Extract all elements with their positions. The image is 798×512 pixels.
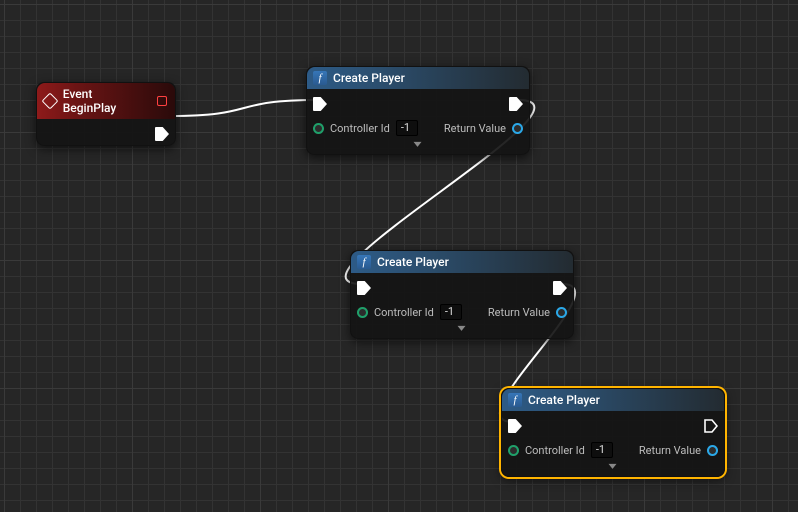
exec-output-pin[interactable] xyxy=(155,125,169,143)
exec-pin-hollow[interactable] xyxy=(704,419,718,433)
function-icon: f xyxy=(313,71,327,85)
expand-node-chevron-icon[interactable]: ▾ xyxy=(307,139,529,154)
node-body xyxy=(37,119,175,145)
pin-circle-int[interactable] xyxy=(313,123,324,134)
pin-label: Controller Id xyxy=(525,444,585,457)
controller-id-input[interactable]: -1 xyxy=(591,442,613,458)
pin-label: Return Value xyxy=(639,444,701,457)
pin-circle-object[interactable] xyxy=(556,307,567,318)
event-icon xyxy=(43,94,57,108)
node-title: Event BeginPlay xyxy=(63,87,147,115)
pin-circle-int[interactable] xyxy=(508,445,519,456)
pin-circle-int[interactable] xyxy=(357,307,368,318)
node-header[interactable]: f Create Player xyxy=(502,389,724,411)
exec-output-pin[interactable] xyxy=(553,279,567,297)
expand-node-chevron-icon[interactable]: ▾ xyxy=(351,323,573,338)
node-create-player-1[interactable]: f Create Player Controller Id -1 Return … xyxy=(306,66,530,155)
output-pin-return-value[interactable]: Return Value xyxy=(488,303,567,321)
input-pin-controller-id[interactable]: Controller Id -1 xyxy=(357,303,462,321)
input-pin-controller-id[interactable]: Controller Id -1 xyxy=(508,441,613,459)
node-event-beginplay[interactable]: Event BeginPlay xyxy=(36,82,176,146)
delegate-pin-icon[interactable] xyxy=(157,96,167,106)
controller-id-input[interactable]: -1 xyxy=(396,120,418,136)
controller-id-input[interactable]: -1 xyxy=(440,304,462,320)
node-body: Controller Id -1 Return Value xyxy=(351,273,573,323)
pin-label: Controller Id xyxy=(374,306,434,319)
function-icon: f xyxy=(508,393,522,407)
expand-node-chevron-icon[interactable]: ▾ xyxy=(502,461,724,476)
node-title: Create Player xyxy=(333,71,405,85)
node-header[interactable]: f Create Player xyxy=(307,67,529,89)
function-icon: f xyxy=(357,255,371,269)
exec-input-pin[interactable] xyxy=(357,279,462,297)
exec-output-pin[interactable] xyxy=(704,417,718,435)
output-pin-return-value[interactable]: Return Value xyxy=(639,441,718,459)
node-header[interactable]: Event BeginPlay xyxy=(37,83,175,119)
output-pin-return-value[interactable]: Return Value xyxy=(444,119,523,137)
node-create-player-3[interactable]: f Create Player Controller Id -1 Return … xyxy=(501,388,725,477)
input-pin-controller-id[interactable]: Controller Id -1 xyxy=(313,119,418,137)
node-create-player-2[interactable]: f Create Player Controller Id -1 Return … xyxy=(350,250,574,339)
node-title: Create Player xyxy=(528,393,600,407)
pin-circle-object[interactable] xyxy=(512,123,523,134)
pin-label: Controller Id xyxy=(330,122,390,135)
node-header[interactable]: f Create Player xyxy=(351,251,573,273)
exec-input-pin[interactable] xyxy=(313,95,418,113)
pin-label: Return Value xyxy=(444,122,506,135)
node-title: Create Player xyxy=(377,255,449,269)
pin-circle-object[interactable] xyxy=(707,445,718,456)
pin-label: Return Value xyxy=(488,306,550,319)
exec-input-pin[interactable] xyxy=(508,417,613,435)
node-body: Controller Id -1 Return Value xyxy=(502,411,724,461)
node-body: Controller Id -1 Return Value xyxy=(307,89,529,139)
exec-output-pin[interactable] xyxy=(509,95,523,113)
